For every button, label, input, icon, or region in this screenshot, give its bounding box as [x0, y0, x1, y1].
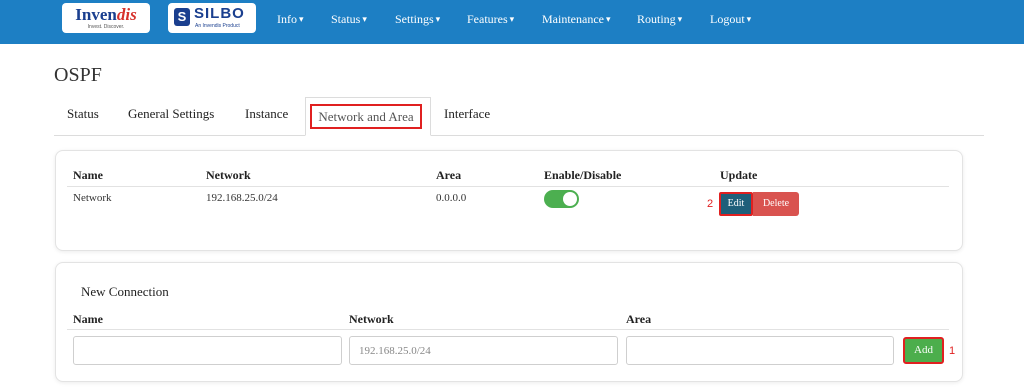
- table-header-divider: [67, 186, 949, 187]
- chevron-down-icon: ▾: [605, 13, 611, 24]
- toggle-knob: [563, 192, 577, 206]
- invendis-logo[interactable]: Invendis Invest. Discover.: [62, 3, 150, 33]
- chevron-down-icon: ▾: [509, 13, 515, 24]
- top-navbar: Invendis Invest. Discover. S SILBO An In…: [0, 0, 1024, 44]
- new-column-header-network: Network: [349, 312, 394, 326]
- nav-settings-label: Settings: [395, 11, 434, 26]
- add-button[interactable]: Add: [903, 337, 944, 364]
- area-input[interactable]: [626, 336, 894, 365]
- chevron-down-icon: ▾: [746, 13, 752, 24]
- column-header-name: Name: [73, 168, 103, 182]
- tab-general-settings[interactable]: General Settings: [128, 106, 214, 122]
- column-header-enable-disable: Enable/Disable: [544, 168, 622, 182]
- network-input[interactable]: [349, 336, 618, 365]
- nav-info-label: Info: [277, 11, 297, 26]
- new-column-header-area: Area: [626, 312, 652, 326]
- new-column-header-name: Name: [73, 312, 103, 326]
- nav-maintenance[interactable]: Maintenance ▾: [542, 0, 611, 38]
- nav-info[interactable]: Info ▾: [277, 0, 304, 38]
- annotation-marker-2: 2: [707, 198, 714, 210]
- nav-settings[interactable]: Settings ▾: [395, 0, 440, 38]
- invendis-logo-text: Invendis: [75, 5, 137, 24]
- row-area-cell: 0.0.0.0: [436, 192, 467, 204]
- tab-network-and-area[interactable]: Network and Area: [310, 104, 422, 129]
- tab-instance[interactable]: Instance: [245, 106, 288, 122]
- tab-status[interactable]: Status: [67, 106, 99, 122]
- name-input[interactable]: [73, 336, 342, 365]
- chevron-down-icon: ▾: [362, 13, 367, 24]
- silbo-logo[interactable]: S SILBO An Invendis Product: [168, 3, 256, 33]
- delete-button[interactable]: Delete: [753, 192, 799, 216]
- column-header-area: Area: [436, 168, 462, 182]
- new-header-divider: [67, 329, 949, 330]
- annotation-marker-1: 1: [949, 345, 956, 357]
- new-connection-title: New Connection: [81, 284, 169, 299]
- nav-features-label: Features: [467, 11, 508, 26]
- tabs-divider: [54, 135, 984, 136]
- nav-maintenance-label: Maintenance: [542, 11, 604, 26]
- nav-routing[interactable]: Routing ▾: [637, 0, 682, 38]
- row-network-cell: 192.168.25.0/24: [206, 192, 278, 204]
- column-header-update: Update: [720, 168, 758, 182]
- row-name-cell: Network: [73, 192, 112, 204]
- enable-toggle[interactable]: [544, 190, 579, 208]
- page-title: OSPF: [54, 64, 102, 86]
- nav-status-label: Status: [331, 11, 361, 26]
- nav-logout[interactable]: Logout ▾: [710, 0, 751, 38]
- silbo-logo-mark-icon: S: [174, 8, 190, 26]
- chevron-down-icon: ▾: [435, 13, 441, 24]
- edit-button[interactable]: Edit: [719, 192, 753, 216]
- column-header-network: Network: [206, 168, 251, 182]
- network-table-card: [55, 150, 963, 251]
- nav-logout-label: Logout: [710, 11, 745, 26]
- silbo-logo-tagline: An Invendis Product: [195, 23, 240, 29]
- nav-status[interactable]: Status ▾: [331, 0, 367, 38]
- nav-routing-label: Routing: [637, 11, 676, 26]
- invendis-logo-tagline: Invest. Discover.: [87, 24, 125, 30]
- silbo-logo-text: SILBO: [194, 5, 245, 22]
- nav-features[interactable]: Features ▾: [467, 0, 514, 38]
- chevron-down-icon: ▾: [677, 13, 683, 24]
- chevron-down-icon: ▾: [299, 13, 304, 24]
- tab-interface[interactable]: Interface: [444, 106, 490, 122]
